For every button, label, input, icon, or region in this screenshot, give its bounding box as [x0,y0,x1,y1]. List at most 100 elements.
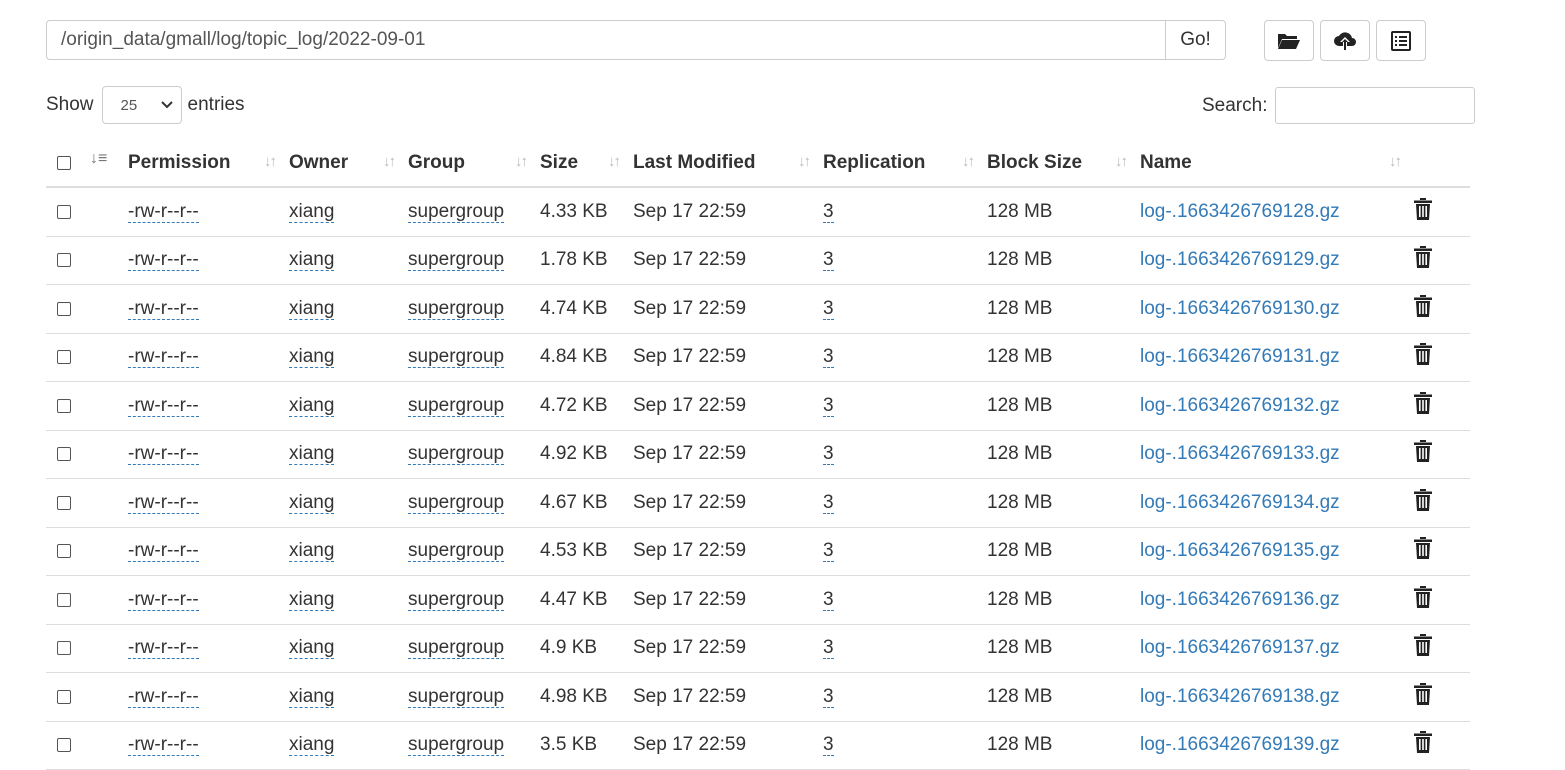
row-checkbox[interactable] [57,641,71,656]
owner-value[interactable]: xiang [289,346,335,369]
row-checkbox[interactable] [57,689,71,704]
go-button[interactable]: Go! [1165,20,1226,60]
owner-value[interactable]: xiang [289,297,335,320]
trash-icon[interactable] [1414,246,1432,274]
permission-value[interactable]: -rw-r--r-- [128,491,199,514]
header-name[interactable]: Name ↓↑ [1140,140,1414,188]
group-value[interactable]: supergroup [408,491,505,514]
select-all-checkbox[interactable] [57,156,71,170]
replication-value[interactable]: 3 [823,734,834,757]
search-input[interactable] [1275,87,1476,124]
header-permission[interactable]: Permission ↓↑ [128,140,289,188]
row-checkbox[interactable] [57,204,71,219]
owner-value[interactable]: xiang [289,491,335,514]
row-checkbox[interactable] [57,495,71,510]
row-checkbox[interactable] [57,738,71,753]
trash-icon[interactable] [1414,294,1432,323]
trash-icon[interactable] [1414,682,1432,711]
owner-value[interactable]: xiang [289,443,335,466]
path-input[interactable] [46,20,1165,60]
file-name-link[interactable]: log-.1663426769135.gz [1140,540,1340,561]
permission-value[interactable]: -rw-r--r-- [128,637,199,660]
trash-icon[interactable] [1414,634,1432,662]
owner-value[interactable]: xiang [289,249,335,272]
row-checkbox[interactable] [57,447,71,462]
owner-value[interactable]: xiang [289,685,335,708]
cut-paste-button[interactable] [1376,20,1426,61]
file-name-link[interactable]: log-.1663426769132.gz [1140,395,1340,416]
owner-value[interactable]: xiang [289,588,335,611]
group-value[interactable]: supergroup [408,249,505,272]
file-name-link[interactable]: log-.1663426769130.gz [1140,298,1340,319]
group-value[interactable]: supergroup [408,297,505,320]
owner-value[interactable]: xiang [289,637,335,660]
trash-icon[interactable] [1414,197,1432,226]
file-name-link[interactable]: log-.1663426769139.gz [1140,734,1340,755]
replication-value[interactable]: 3 [823,200,834,223]
group-value[interactable]: supergroup [408,734,505,757]
header-block-size[interactable]: Block Size ↓↑ [987,140,1140,188]
group-value[interactable]: supergroup [408,637,505,660]
replication-value[interactable]: 3 [823,588,834,611]
upload-button[interactable] [1320,20,1370,61]
owner-value[interactable]: xiang [289,734,335,757]
sort-header[interactable]: ↓≡ [82,140,128,188]
group-value[interactable]: supergroup [408,588,505,611]
file-name-link[interactable]: log-.1663426769131.gz [1140,346,1340,367]
replication-value[interactable]: 3 [823,443,834,466]
header-last-modified[interactable]: Last Modified ↓↑ [633,140,823,188]
trash-icon[interactable] [1414,731,1432,759]
row-checkbox[interactable] [57,398,71,413]
trash-icon[interactable] [1414,343,1432,371]
permission-value[interactable]: -rw-r--r-- [128,200,199,223]
replication-value[interactable]: 3 [823,637,834,660]
file-name-link[interactable]: log-.1663426769134.gz [1140,492,1340,513]
replication-value[interactable]: 3 [823,394,834,417]
file-name-link[interactable]: log-.1663426769133.gz [1140,443,1340,464]
create-directory-button[interactable] [1264,20,1314,61]
file-name-link[interactable]: log-.1663426769129.gz [1140,249,1340,270]
group-value[interactable]: supergroup [408,200,505,223]
row-checkbox[interactable] [57,253,71,268]
permission-value[interactable]: -rw-r--r-- [128,249,199,272]
permission-value[interactable]: -rw-r--r-- [128,685,199,708]
file-name-link[interactable]: log-.1663426769138.gz [1140,686,1340,707]
replication-value[interactable]: 3 [823,297,834,320]
file-name-link[interactable]: log-.1663426769136.gz [1140,589,1340,610]
permission-value[interactable]: -rw-r--r-- [128,394,199,417]
replication-value[interactable]: 3 [823,491,834,514]
trash-icon[interactable] [1414,440,1432,468]
replication-value[interactable]: 3 [823,346,834,369]
replication-value[interactable]: 3 [823,685,834,708]
permission-value[interactable]: -rw-r--r-- [128,734,199,757]
permission-value[interactable]: -rw-r--r-- [128,346,199,369]
group-value[interactable]: supergroup [408,540,505,563]
permission-value[interactable]: -rw-r--r-- [128,297,199,320]
permission-value[interactable]: -rw-r--r-- [128,588,199,611]
replication-value[interactable]: 3 [823,249,834,272]
owner-value[interactable]: xiang [289,540,335,563]
file-name-link[interactable]: log-.1663426769137.gz [1140,637,1340,658]
file-name-link[interactable]: log-.1663426769128.gz [1140,201,1340,222]
header-group[interactable]: Group ↓↑ [408,140,540,188]
group-value[interactable]: supergroup [408,394,505,417]
row-checkbox[interactable] [57,592,71,607]
replication-value[interactable]: 3 [823,540,834,563]
row-checkbox[interactable] [57,350,71,365]
permission-value[interactable]: -rw-r--r-- [128,443,199,466]
trash-icon[interactable] [1414,537,1432,565]
owner-value[interactable]: xiang [289,394,335,417]
entries-select[interactable]: 25 [101,86,182,124]
group-value[interactable]: supergroup [408,443,505,466]
header-owner[interactable]: Owner ↓↑ [289,140,408,188]
group-value[interactable]: supergroup [408,685,505,708]
permission-value[interactable]: -rw-r--r-- [128,540,199,563]
trash-icon[interactable] [1414,488,1432,517]
row-checkbox[interactable] [57,544,71,559]
owner-value[interactable]: xiang [289,200,335,223]
header-size[interactable]: Size ↓↑ [540,140,633,188]
header-replication[interactable]: Replication ↓↑ [823,140,987,188]
trash-icon[interactable] [1414,391,1432,420]
row-checkbox[interactable] [57,301,71,316]
group-value[interactable]: supergroup [408,346,505,369]
